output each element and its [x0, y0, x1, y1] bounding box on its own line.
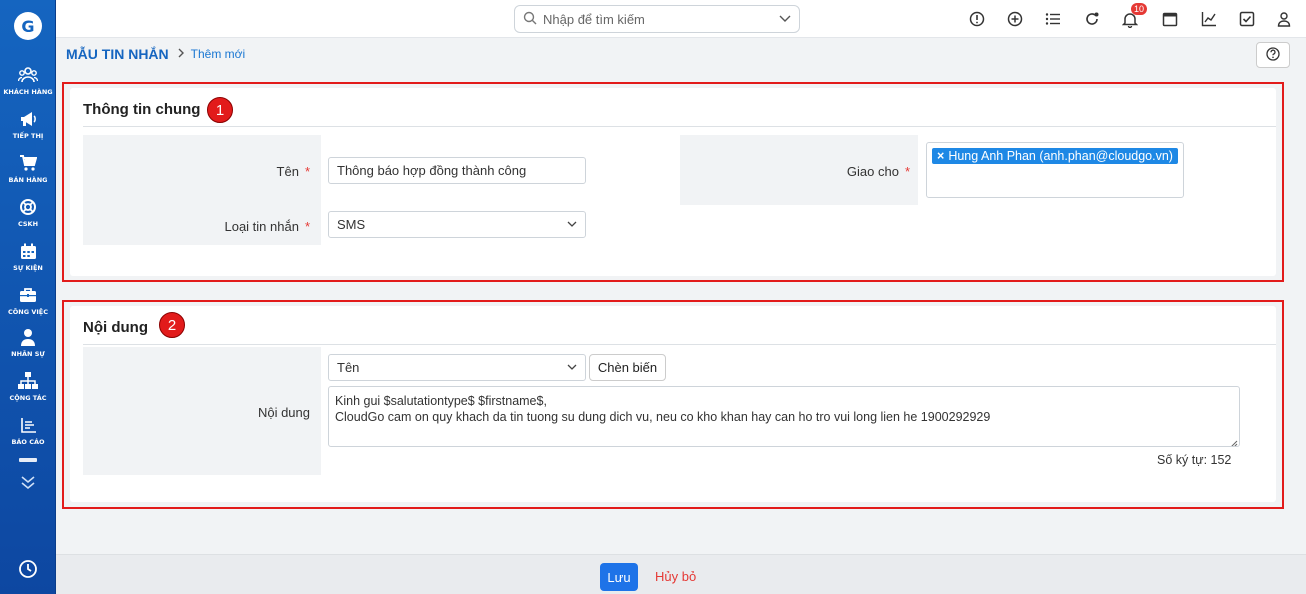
required-mark: *: [304, 164, 310, 179]
users-icon: [17, 64, 39, 86]
assign-multiselect[interactable]: × Hung Anh Phan (anh.phan@cloudgo.vn): [926, 142, 1184, 198]
calendar-icon: [17, 240, 39, 262]
sidebar-item-label: CÔNG VIỆC: [8, 308, 48, 316]
sidebar-item-sales[interactable]: BÁN HÀNG: [0, 152, 56, 192]
assignee-name: Hung Anh Phan (anh.phan@cloudgo.vn): [948, 149, 1173, 163]
sidebar-item-customers[interactable]: KHÁCH HÀNG: [0, 64, 56, 104]
breadcrumb: MẪU TIN NHẮN Thêm mới: [66, 46, 245, 62]
help-button[interactable]: [1256, 42, 1290, 68]
question-circle-icon: [1266, 46, 1280, 64]
plus-circle-icon[interactable]: [1005, 9, 1025, 29]
sidebar-item-label: KHÁCH HÀNG: [3, 88, 53, 96]
section-title: Thông tin chung: [83, 101, 201, 118]
resize-grip-icon[interactable]: [1230, 437, 1238, 446]
chevron-down-icon[interactable]: [779, 12, 791, 27]
lifebuoy-icon: [17, 196, 39, 218]
message-type-select[interactable]: SMS: [328, 211, 586, 238]
sidebar-item-collaboration[interactable]: CỘNG TÁC: [0, 370, 56, 410]
list-icon[interactable]: [1043, 9, 1063, 29]
save-button[interactable]: Lưu: [600, 563, 638, 591]
search-icon: [523, 11, 537, 28]
divider: [83, 344, 1276, 345]
bell-icon[interactable]: 10: [1120, 3, 1148, 29]
top-bar: 10: [56, 0, 1306, 38]
logo-letter: G: [21, 16, 35, 36]
sidebar-item-label: TIẾP THỊ: [12, 132, 44, 140]
sidebar-item-support[interactable]: CSKH: [0, 196, 56, 236]
chevrons-down-icon[interactable]: [18, 472, 38, 492]
required-mark: *: [304, 219, 310, 234]
chart-icon[interactable]: [1199, 9, 1219, 29]
variable-select[interactable]: Tên: [328, 354, 586, 381]
sidebar-item-label: CSKH: [17, 220, 39, 228]
sidebar-item-hr[interactable]: NHÂN SỰ: [0, 326, 56, 366]
sidebar-item-tasks[interactable]: CÔNG VIỆC: [0, 284, 56, 324]
message-type-label-text: Loại tin nhắn: [224, 219, 299, 234]
megaphone-icon: [17, 108, 39, 130]
sidebar-item-label: BÁN HÀNG: [8, 176, 48, 184]
divider: [83, 126, 1276, 127]
name-value: Thông báo hợp đồng thành công: [337, 163, 527, 178]
footer-bar: Lưu Hủy bỏ: [56, 554, 1306, 594]
calendar-icon[interactable]: [1160, 9, 1180, 29]
notification-badge: 10: [1131, 3, 1148, 15]
content-textarea[interactable]: Kinh gui $salutationtype$ $firstname$, C…: [328, 386, 1240, 447]
insert-variable-button[interactable]: Chèn biến: [589, 354, 666, 381]
remove-tag-icon[interactable]: ×: [937, 149, 944, 163]
alert-circle-icon[interactable]: [967, 9, 987, 29]
briefcase-icon: [17, 284, 39, 306]
app-logo[interactable]: G: [14, 12, 42, 40]
required-mark: *: [904, 164, 910, 179]
sidebar: G KHÁCH HÀNG TIẾP THỊ BÁN HÀNG CSKH SỰ K…: [0, 0, 56, 594]
sidebar-item-reports[interactable]: BÁO CÁO: [0, 414, 56, 454]
character-count: Số ký tự: 152: [1157, 453, 1232, 467]
sidebar-item-partial[interactable]: [19, 458, 37, 462]
message-type-value: SMS: [337, 217, 366, 232]
breadcrumb-root[interactable]: MẪU TIN NHẮN: [66, 46, 169, 62]
sidebar-item-label: SỰ KIỆN: [13, 264, 43, 272]
message-type-label: Loại tin nhắn *: [160, 219, 310, 234]
report-icon: [17, 414, 39, 436]
org-chart-icon: [17, 370, 39, 392]
content-text: Kinh gui $salutationtype$ $firstname$, C…: [335, 394, 991, 424]
cart-icon: [17, 152, 39, 174]
assign-label: Giao cho *: [760, 164, 910, 179]
search-box[interactable]: [514, 5, 800, 33]
refresh-icon[interactable]: [1082, 9, 1102, 29]
check-square-icon[interactable]: [1237, 9, 1257, 29]
name-label: Tên *: [160, 164, 310, 179]
assign-label-text: Giao cho: [846, 164, 899, 179]
user-icon[interactable]: [1274, 9, 1294, 29]
clock-icon[interactable]: [17, 558, 39, 580]
name-input[interactable]: Thông báo hợp đồng thành công: [328, 157, 586, 184]
step-marker-2: 2: [159, 312, 185, 338]
sidebar-item-label: BÁO CÁO: [11, 438, 45, 446]
name-label-text: Tên: [276, 164, 299, 179]
chevron-down-icon: [567, 217, 577, 232]
person-icon: [17, 326, 39, 348]
section-title: Nội dung: [83, 319, 148, 336]
cancel-button[interactable]: Hủy bỏ: [655, 569, 696, 584]
chevron-right-icon: [177, 47, 185, 61]
sidebar-item-events[interactable]: SỰ KIỆN: [0, 240, 56, 280]
step-marker-1: 1: [207, 97, 233, 123]
chevron-down-icon: [567, 360, 577, 375]
assignee-tag: × Hung Anh Phan (anh.phan@cloudgo.vn): [932, 148, 1178, 164]
variable-select-value: Tên: [337, 360, 360, 375]
sidebar-item-label: CỘNG TÁC: [9, 394, 47, 402]
search-input[interactable]: [543, 11, 779, 27]
breadcrumb-current: Thêm mới: [190, 47, 246, 61]
sidebar-item-label: NHÂN SỰ: [11, 350, 45, 358]
content-label: Nội dung: [257, 405, 310, 420]
sidebar-item-marketing[interactable]: TIẾP THỊ: [0, 108, 56, 148]
